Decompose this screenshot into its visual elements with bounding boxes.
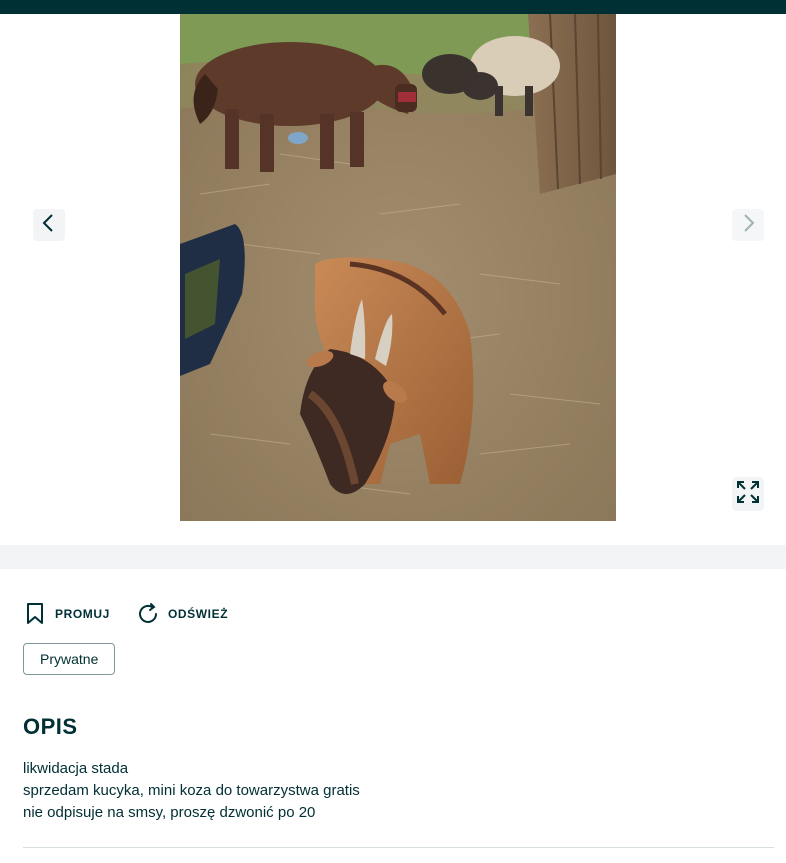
refresh-icon: [136, 602, 160, 626]
seller-type-badge: Prywatne: [23, 643, 116, 675]
next-photo-button[interactable]: [732, 209, 764, 241]
description-line: nie odpisuje na smsy, proszę dzwonić po …: [23, 804, 316, 821]
divider: [23, 847, 774, 848]
bookmark-icon: [23, 602, 47, 626]
listing-actions: PROMUJ ODŚWIEŻ: [23, 601, 254, 627]
top-strip: [0, 0, 786, 14]
previous-photo-button[interactable]: [33, 209, 65, 241]
promote-button[interactable]: PROMUJ: [23, 602, 110, 626]
section-separator: [0, 545, 786, 569]
refresh-label: ODŚWIEŻ: [167, 607, 229, 621]
description-title: OPIS: [23, 714, 78, 739]
promote-label: PROMUJ: [55, 607, 110, 621]
fullscreen-button[interactable]: [732, 477, 764, 511]
description-line: likwidacja stada: [23, 760, 129, 777]
refresh-button[interactable]: ODŚWIEŻ: [136, 602, 228, 626]
expand-icon: [736, 480, 760, 509]
chevron-right-icon: [740, 213, 756, 237]
listing-photo[interactable]: [180, 14, 616, 521]
photo-gallery: [0, 14, 786, 545]
description-text: likwidacja stada sprzedam kucyka, mini k…: [23, 758, 763, 824]
description-line: sprzedam kucyka, mini koza do towarzystw…: [23, 782, 360, 799]
chevron-left-icon: [41, 213, 57, 237]
